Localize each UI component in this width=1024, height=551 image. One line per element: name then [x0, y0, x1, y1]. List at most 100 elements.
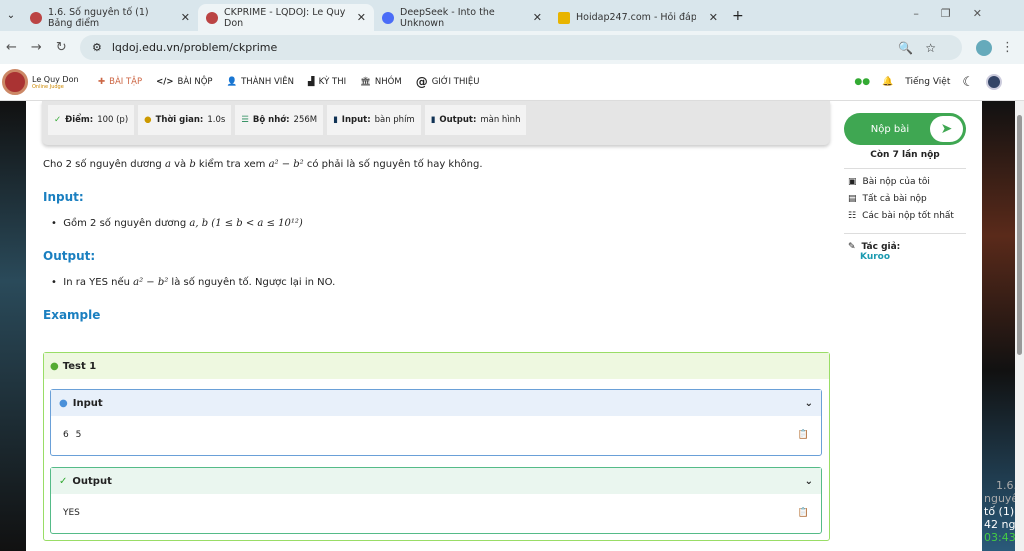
site-info-icon[interactable]: ⚙ [92, 41, 102, 54]
all-submissions-link[interactable]: ▤ Tất cả bài nộp [848, 194, 966, 204]
site-logo[interactable]: Le Quy Don Online Judge [2, 69, 98, 95]
site-favicon-icon [206, 11, 218, 24]
text: và [170, 159, 190, 170]
close-tab-icon[interactable]: ✕ [709, 11, 718, 24]
scrollbar-thumb[interactable] [1017, 115, 1022, 355]
text: có phải là số nguyên tố hay không. [303, 159, 483, 170]
nav-ky-thi[interactable]: ▟ KỲ THI [308, 77, 346, 87]
overlay-line: 03:43 [984, 531, 1016, 544]
nav-thanh-vien[interactable]: 👤 THÀNH VIÊN [227, 77, 295, 87]
info-output: ▮ Output: màn hình [424, 105, 527, 135]
author-link[interactable]: Kuroo [860, 252, 966, 262]
remaining-submissions: Còn 7 lần nộp [870, 150, 940, 160]
text: Cho 2 số nguyên dương [43, 159, 165, 170]
chevron-down-icon[interactable]: ⌄ [805, 398, 813, 409]
test-label: Test 1 [62, 360, 97, 372]
browser-tab[interactable]: DeepSeek - Into the Unknown ✕ [374, 4, 550, 31]
deepseek-favicon-icon [382, 11, 394, 24]
new-tab-icon[interactable]: + [732, 8, 744, 24]
link-label: Bài nộp của tôi [862, 177, 930, 187]
language-selector[interactable]: Tiếng Việt [905, 77, 950, 87]
site-favicon-icon [30, 11, 42, 24]
browser-tab[interactable]: Hoidap247.com - Hỏi đáp bài tập ✕ [550, 4, 726, 31]
url-input[interactable]: ⚙ lqdoj.edu.vn/problem/ckprime 🔍☆ [80, 35, 962, 60]
site-navbar: Le Quy Don Online Judge ✚ BÀI TẬP </> BÀI N… [0, 64, 1024, 101]
nav-gioi-thieu[interactable]: @ GIỚI THIỆU [416, 75, 480, 89]
logo-emblem-icon [2, 69, 28, 95]
nav-bai-tap[interactable]: ✚ BÀI TẬP [98, 77, 142, 87]
ordered-list-icon: ☷ [848, 211, 857, 221]
user-icon: 👤 [226, 77, 238, 87]
close-tab-icon[interactable]: ✕ [357, 11, 366, 24]
my-submissions-link[interactable]: ▣ Bài nộp của tôi [848, 177, 966, 187]
text: là số nguyên tố. Ngược lại in NO. [168, 277, 336, 288]
text: kiểm tra xem [195, 159, 269, 170]
avatar[interactable] [986, 74, 1002, 90]
info-icon: ● [59, 397, 68, 409]
input-description: • Gồm 2 số nguyên dương a, b (1 ≤ b < a … [51, 218, 303, 229]
extension-icon[interactable] [976, 39, 992, 56]
text: Gồm 2 số nguyên dương [63, 218, 190, 229]
chevron-down-icon[interactable]: ⌄ [805, 476, 813, 487]
link-label: Tất cả bài nộp [862, 194, 927, 204]
video-overlay-text: 1.6. nguyê tố (1) 42 ng 03:43 [984, 479, 1018, 544]
nav-label: THÀNH VIÊN [241, 77, 295, 87]
reload-icon[interactable]: ↻ [56, 40, 67, 55]
math: a² − b² [133, 277, 169, 288]
check-icon: ✓ [59, 475, 68, 487]
page-scrollbar[interactable] [1015, 101, 1024, 551]
info-label: Thời gian: [155, 115, 204, 125]
overlay-line: 1.6. [996, 479, 1017, 492]
info-value: 256M [293, 115, 318, 125]
logo-title: Le Quy Don [32, 74, 79, 84]
window-controls[interactable]: –❐✕ [913, 7, 1004, 20]
input-header[interactable]: ● Input ⌄ [51, 390, 821, 416]
output-label: Output [72, 475, 112, 487]
tab-title: Hoidap247.com - Hỏi đáp bài tập [576, 12, 696, 23]
menu-icon[interactable]: ⋮ [1001, 40, 1014, 55]
nav-bai-nop[interactable]: </> BÀI NỘP [156, 77, 212, 87]
author-label-text: Tác giả: [861, 242, 901, 252]
chat-icon[interactable]: ●● [854, 77, 870, 87]
output-description: • In ra YES nếu a² − b² là số nguyên tố.… [51, 277, 336, 288]
math: a, b (1 ≤ b < a ≤ 10¹²) [189, 218, 303, 229]
tab-search-icon[interactable]: ⌄ [0, 10, 22, 21]
browser-tab-active[interactable]: CKPRIME - LQDOJ: Le Quy Don ✕ [198, 4, 374, 31]
zoom-and-bookmark-icons[interactable]: 🔍☆ [898, 41, 948, 55]
example-input: ● Input ⌄ 6 5 📋 [50, 389, 822, 456]
logo-subtitle: Online Judge [32, 83, 64, 90]
test-case-panel: ● Test 1 ● Input ⌄ 6 5 📋 ✓ Output ⌄ YES 📋 [43, 352, 830, 541]
tab-title: DeepSeek - Into the Unknown [400, 6, 495, 29]
output-header[interactable]: ✓ Output ⌄ [51, 468, 821, 494]
browser-tab[interactable]: 1.6. Số nguyên tố (1) Bảng điểm ✕ [22, 4, 198, 31]
back-icon[interactable]: ← [6, 40, 17, 55]
problem-info-bar: ✓ Điểm: 100 (p) ● Thời gian: 1.0s ☰ Bộ nhớ: 25… [42, 101, 830, 145]
close-tab-icon[interactable]: ✕ [533, 11, 542, 24]
info-value: 1.0s [207, 115, 226, 125]
submit-button[interactable]: Nộp bài ➤ [844, 113, 966, 145]
institution-icon: 🏛 [360, 77, 371, 87]
example-output: ✓ Output ⌄ YES 📋 [50, 467, 822, 534]
file-icon: ▮ [333, 115, 338, 125]
edit-icon: ✎ [848, 242, 856, 252]
bell-icon[interactable]: 🔔 [882, 77, 893, 87]
copy-icon[interactable]: 📋 [798, 508, 809, 518]
copy-icon[interactable]: 📋 [798, 430, 809, 440]
best-submissions-link[interactable]: ☷ Các bài nộp tốt nhất [848, 211, 966, 221]
close-tab-icon[interactable]: ✕ [181, 11, 190, 24]
info-label: Output: [439, 115, 477, 125]
statement-intro: Cho 2 số nguyên dương a và b kiểm tra xe… [43, 159, 833, 170]
info-value: 100 (p) [97, 115, 129, 125]
overlay-line: 42 ng [984, 518, 1016, 531]
forward-icon[interactable]: → [31, 40, 42, 55]
test-header: ● Test 1 [44, 353, 829, 379]
math: a² − b² [268, 159, 304, 170]
author-label: ✎ Tác giả: [848, 242, 966, 252]
test-bullet-icon: ● [50, 360, 59, 372]
nav-nhom[interactable]: 🏛 NHÓM [360, 77, 402, 87]
dark-mode-icon[interactable]: ☾ [962, 75, 974, 90]
url-text: lqdoj.edu.vn/problem/ckprime [111, 41, 278, 54]
info-input: ▮ Input: bàn phím [327, 105, 421, 135]
list-icon: ▤ [848, 194, 857, 204]
problem-statement: Cho 2 số nguyên dương a và b kiểm tra xe… [43, 159, 833, 322]
